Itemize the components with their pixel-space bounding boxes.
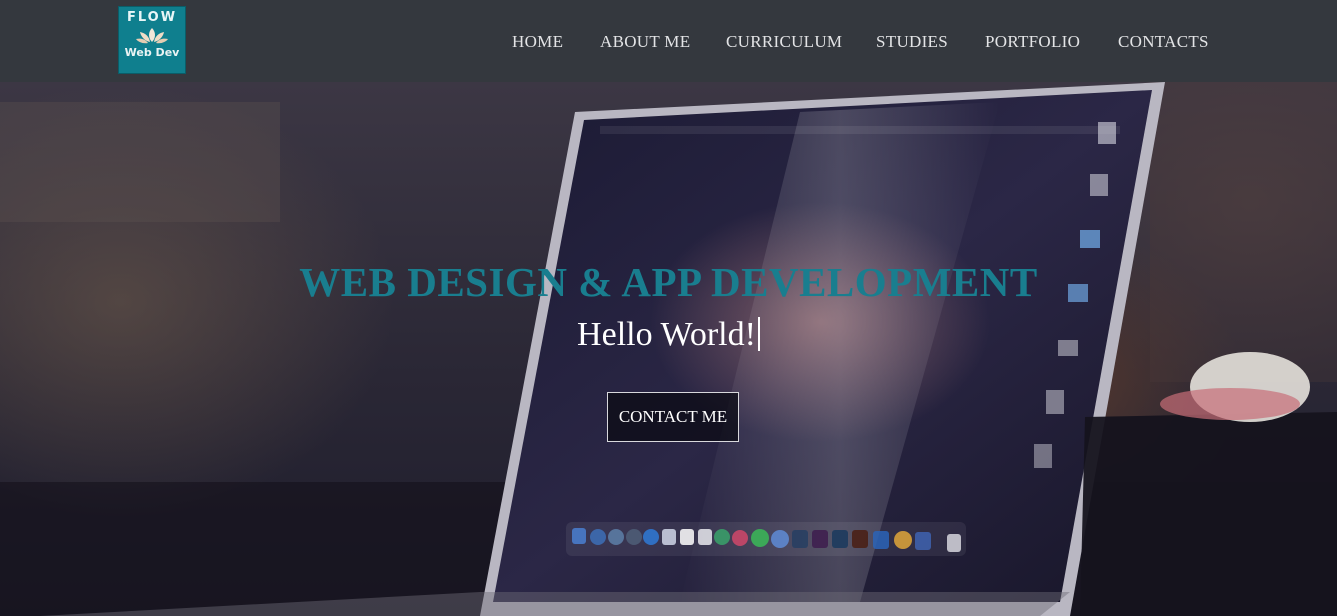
hero-subtitle: Hello World! xyxy=(577,316,756,353)
hero-title: WEB DESIGN & APP DEVELOPMENT xyxy=(299,259,1038,305)
logo-text-top: FLOW xyxy=(126,10,178,25)
main-nav: HOME ABOUT ME CURRICULUM STUDIES PORTFOL… xyxy=(0,32,1337,54)
nav-item-about-me[interactable]: ABOUT ME xyxy=(600,32,690,52)
contact-me-button[interactable]: CONTACT ME xyxy=(607,392,739,442)
nav-item-home[interactable]: HOME xyxy=(512,32,563,52)
nav-item-studies[interactable]: STUDIES xyxy=(876,32,948,52)
navbar: FLOW Web Dev HOME ABOUT ME CURRICULUM ST… xyxy=(0,0,1337,82)
hero-section: WEB DESIGN & APP DEVELOPMENT Hello World… xyxy=(0,82,1337,616)
typing-caret xyxy=(757,317,760,351)
nav-item-contacts[interactable]: CONTACTS xyxy=(1118,32,1209,52)
nav-item-portfolio[interactable]: PORTFOLIO xyxy=(985,32,1080,52)
hero-typing-text: Hello World! xyxy=(0,316,1337,354)
nav-item-curriculum[interactable]: CURRICULUM xyxy=(726,32,842,52)
